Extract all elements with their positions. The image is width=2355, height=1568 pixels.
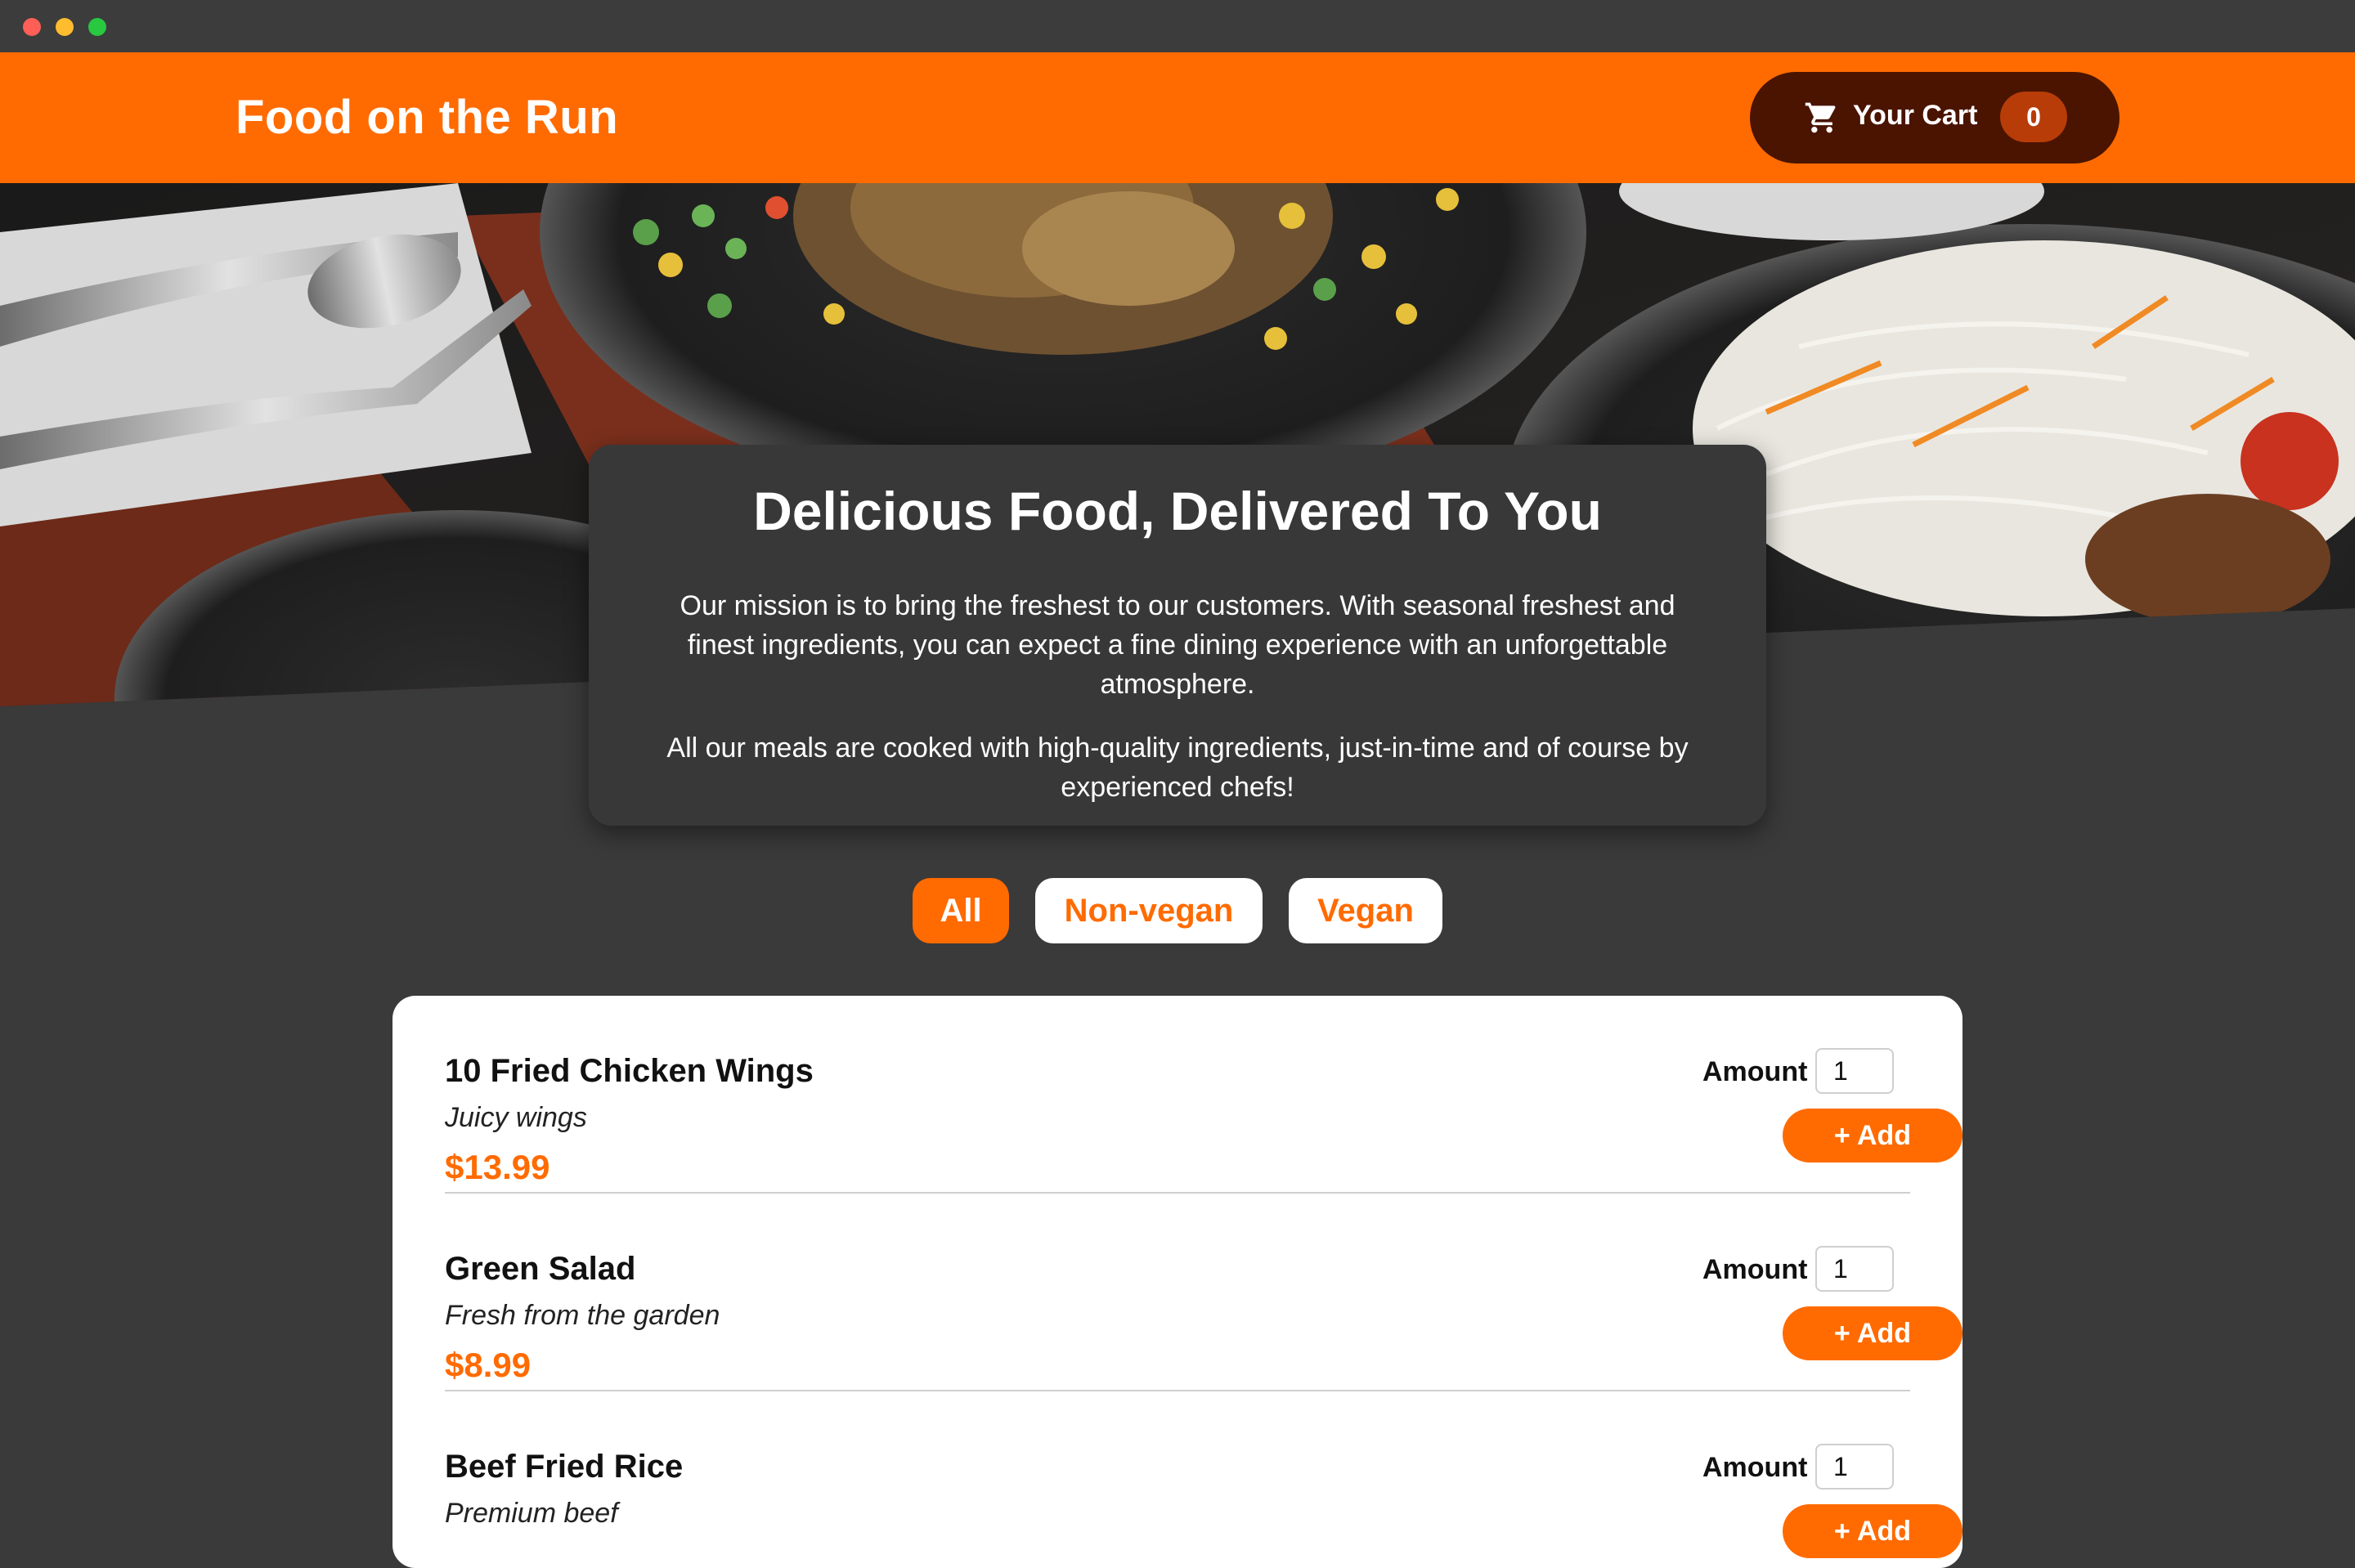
amount-input[interactable] <box>1815 1246 1894 1292</box>
filter-non-vegan-button[interactable]: Non-vegan <box>1035 878 1263 943</box>
cart-count-badge: 0 <box>2000 92 2067 142</box>
meal-description: Juicy wings <box>445 1102 587 1133</box>
app-title: Food on the Run <box>236 91 619 144</box>
app-header: Food on the Run Your Cart 0 <box>0 52 2355 183</box>
cart-label: Your Cart <box>1853 100 1978 131</box>
amount-label: Amount <box>1702 1452 1808 1483</box>
close-window-button[interactable] <box>23 18 41 36</box>
filter-all-button[interactable]: All <box>913 878 1009 943</box>
filter-bar: All Non-vegan Vegan <box>0 878 2355 943</box>
meal-name: Beef Fried Rice <box>445 1449 684 1485</box>
minimize-window-button[interactable] <box>56 18 74 36</box>
meal-name: 10 Fried Chicken Wings <box>445 1053 814 1089</box>
amount-label: Amount <box>1702 1056 1808 1087</box>
add-to-cart-button[interactable]: + Add <box>1783 1109 1962 1163</box>
amount-label: Amount <box>1702 1254 1808 1285</box>
cart-button[interactable]: Your Cart 0 <box>1750 72 2120 164</box>
add-to-cart-button[interactable]: + Add <box>1783 1306 1962 1360</box>
maximize-window-button[interactable] <box>88 18 106 36</box>
amount-input[interactable] <box>1815 1444 1894 1490</box>
meal-description: Fresh from the garden <box>445 1300 720 1331</box>
meal-price: $8.99 <box>445 1346 532 1384</box>
summary-card: Delicious Food, Delivered To You Our mis… <box>589 445 1766 826</box>
meal-description: Premium beef <box>445 1498 618 1529</box>
summary-quality-text: All our meals are cooked with high-quali… <box>666 732 1689 804</box>
summary-mission-text: Our mission is to bring the freshest to … <box>680 590 1675 701</box>
meal-name: Green Salad <box>445 1251 636 1287</box>
filter-vegan-button[interactable]: Vegan <box>1289 878 1442 943</box>
add-to-cart-button[interactable]: + Add <box>1783 1504 1962 1558</box>
cart-icon <box>1805 102 1836 133</box>
meal-item: Green Salad Fresh from the garden $8.99 … <box>445 1194 1962 1391</box>
meals-list: 10 Fried Chicken Wings Juicy wings $13.9… <box>392 996 1962 1568</box>
summary-heading: Delicious Food, Delivered To You <box>753 481 1602 541</box>
meal-item: Beef Fried Rice Premium beef Amount + Ad… <box>445 1391 1962 1568</box>
amount-input[interactable] <box>1815 1048 1894 1094</box>
meal-price: $13.99 <box>445 1148 550 1186</box>
window-titlebar <box>0 0 2355 52</box>
meal-item: 10 Fried Chicken Wings Juicy wings $13.9… <box>445 996 1962 1194</box>
